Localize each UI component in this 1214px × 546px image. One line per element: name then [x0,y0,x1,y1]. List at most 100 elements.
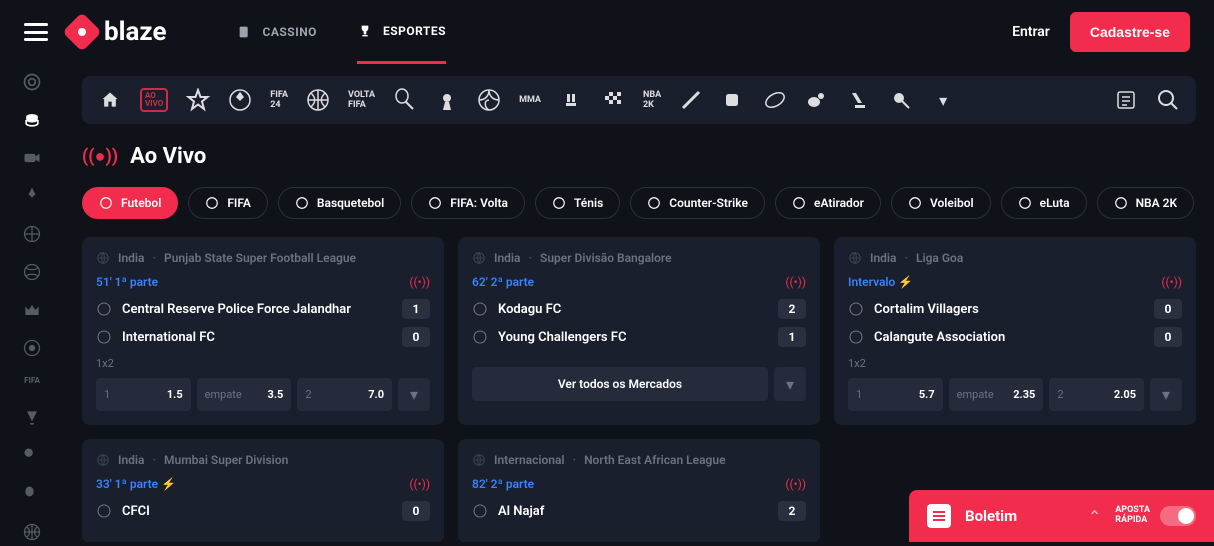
sidebar-hockey-icon[interactable] [22,408,42,428]
sidebar-tennis-icon[interactable] [22,446,42,466]
mma-icon[interactable]: MMA [519,88,541,112]
bet-odds: 3.5 [268,388,284,401]
bet-button[interactable]: 15.7 [848,378,943,411]
badminton-icon[interactable] [889,88,913,112]
live-button[interactable]: AOVIVO [140,88,168,112]
pingpong-icon[interactable] [805,88,829,112]
match-card[interactable]: India·Super Divisão Bangalore62' 2ª part… [458,237,820,425]
sidebar-crown-icon[interactable] [22,300,42,320]
team-row: Al Najaf2 [472,501,806,521]
pill-tnis[interactable]: Ténis [535,187,620,219]
score: 2 [778,501,806,521]
card-time: 82' 2ª parte((•)) [472,477,806,491]
team-icon [96,329,112,345]
pill-label: Ténis [574,196,603,210]
team-icon [472,301,488,317]
globe-icon [96,251,110,265]
live-indicator-icon: ((•)) [1161,275,1182,289]
match-card[interactable]: India·Liga GoaIntervalo ⚡((•))Cortalim V… [834,237,1196,425]
match-card[interactable]: India·Mumbai Super Division33' 1ª parte … [82,439,444,542]
team-icon [96,503,112,519]
soccer-icon[interactable] [228,88,252,112]
pill-basquetebol[interactable]: Basquetebol [278,187,401,219]
menu-icon[interactable] [24,23,48,41]
aposta-toggle[interactable] [1160,506,1196,526]
live-signal-icon: ((●)) [82,146,118,167]
header: blaze CASSINO ESPORTES Entrar Cadastre-s… [0,0,1214,64]
boletim-bar[interactable]: Boletim ⌃ APOSTARÁPIDA [909,490,1214,542]
cs-icon[interactable] [435,88,459,112]
card-time: 51' 1ª parte((•)) [96,275,430,289]
pill-eatirador[interactable]: eAtirador [775,187,881,219]
fifa24-icon[interactable]: FIFA24 [270,88,288,112]
sidebar-ball1-icon[interactable] [22,224,42,244]
chevron-down-icon[interactable]: ▾ [931,88,955,112]
globe-icon [472,251,486,265]
all-markets-button[interactable]: Ver todos os Mercados [472,367,768,401]
sidebar-racket-icon[interactable] [22,484,42,504]
tab-label: CASSINO [263,25,317,39]
bet-button[interactable]: 22.05 [1049,378,1144,411]
star-icon[interactable] [186,88,210,112]
pill-fifa[interactable]: FIFA [188,187,268,219]
country: India [118,251,144,265]
team-name: CFCI [122,504,150,519]
bet-button[interactable]: empate3.5 [197,378,292,411]
sidebar-video-icon[interactable] [22,148,42,168]
home-icon[interactable] [98,88,122,112]
pill-eluta[interactable]: eLuta [1001,187,1087,219]
pill-fifavolta[interactable]: FIFA: Volta [411,187,525,219]
bet-button[interactable]: 27.0 [297,378,392,411]
search-icon[interactable] [1156,88,1180,112]
team-name: Kodagu FC [498,302,561,317]
bet-odds: 1.5 [167,388,183,401]
bet-button[interactable]: 11.5 [96,378,191,411]
flame-icon [62,12,102,52]
volleyball-icon[interactable] [477,88,501,112]
team-name: International FC [122,330,215,345]
sidebar-target-icon[interactable] [22,72,42,92]
tab-cassino[interactable]: CASSINO [237,1,317,64]
bet-more-button[interactable]: ▾ [1150,378,1182,411]
match-card[interactable]: India·Punjab State Super Football League… [82,237,444,425]
sidebar-coins-icon[interactable] [22,110,42,130]
nba2k-icon[interactable]: NBA2K [643,88,661,112]
sidebar-fifa-icon[interactable]: FIFA [24,376,40,390]
pill-voleibol[interactable]: Voleibol [891,187,991,219]
card-header: India·Super Divisão Bangalore [472,251,806,265]
tab-esportes[interactable]: ESPORTES [357,1,446,64]
match-time: 33' 1ª parte ⚡ [96,477,176,491]
volta-icon[interactable]: VOLTAFIFA [348,88,375,112]
cards-icon [237,24,253,40]
flag-icon[interactable] [601,88,625,112]
bet-more-button[interactable]: ▾ [398,378,430,411]
sidebar-ball2-icon[interactable] [22,262,42,282]
pill-counterstrike[interactable]: Counter-Strike [630,187,765,219]
sidebar-basketball-icon[interactable] [22,522,42,542]
bet-more-button[interactable]: ▾ [774,367,806,401]
pill-label: NBA 2K [1136,196,1178,210]
basketball-icon[interactable] [306,88,330,112]
pill-nba2k[interactable]: NBA 2K [1097,187,1195,219]
logo[interactable]: blaze [68,17,167,47]
signup-button[interactable]: Cadastre-se [1070,12,1190,52]
pill-label: Basquetebol [317,196,384,210]
sidebar-shuttle-icon[interactable] [22,186,42,206]
bet-button[interactable]: empate2.35 [949,378,1044,411]
boxing-icon[interactable] [721,88,745,112]
icehockey-icon[interactable] [847,88,871,112]
sidebar-ball3-icon[interactable] [22,338,42,358]
match-card[interactable]: Internacional·North East African League 8… [458,439,820,542]
login-button[interactable]: Entrar [1012,24,1050,40]
rugby-icon[interactable] [763,88,787,112]
score: 2 [778,299,806,319]
card-header: Internacional·North East African League [472,453,806,467]
news-icon[interactable] [1114,88,1138,112]
baseball-icon[interactable] [679,88,703,112]
pill-futebol[interactable]: Futebol [82,187,178,219]
tennis-icon[interactable] [393,88,417,112]
globe-icon [96,453,110,467]
pill-label: Futebol [121,196,161,210]
sport-icon [99,196,113,210]
efight-icon[interactable] [559,88,583,112]
